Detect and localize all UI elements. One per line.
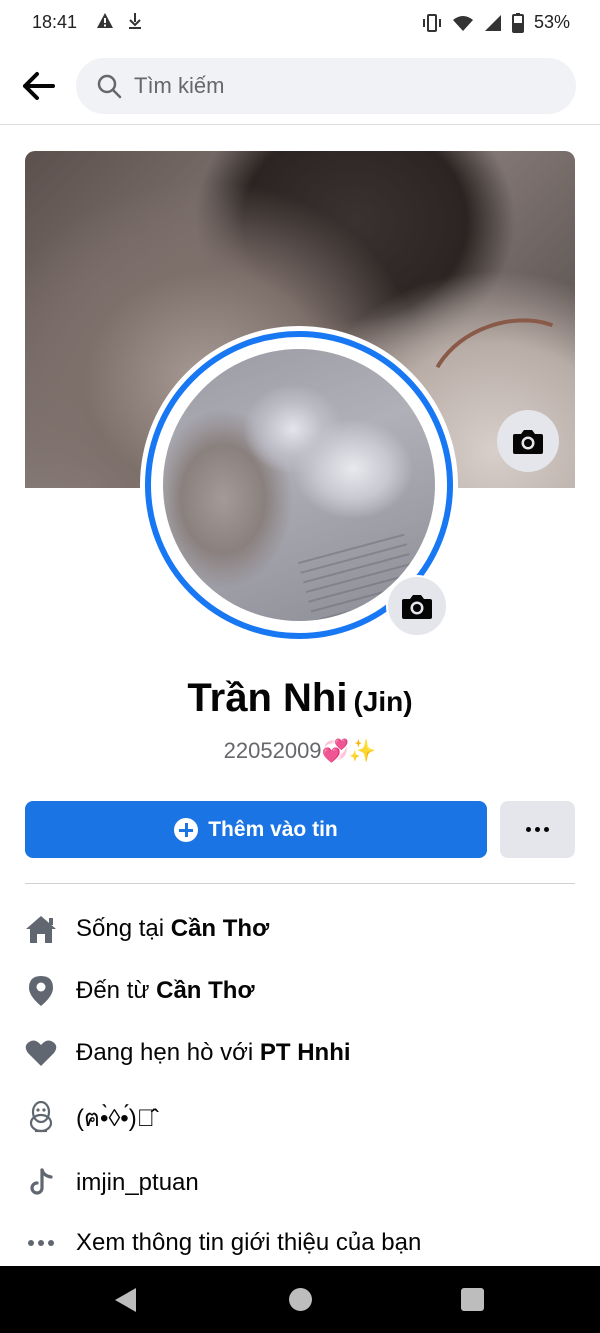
info-text: (ฅ•̀◊•́)ง̂̂ [76,1104,155,1132]
wifi-icon [452,15,473,31]
signal-icon [484,14,501,31]
profile-picture [163,349,435,621]
add-to-story-button[interactable]: Thêm vào tin [25,801,487,858]
camera-icon [513,430,543,454]
nav-recents-icon[interactable] [461,1288,484,1311]
info-text: imjin_ptuan [76,1169,199,1196]
status-time: 18:41 [32,12,78,32]
header-divider [0,124,600,125]
profile-bio: 22052009💞✨ [223,738,377,763]
arrow-left-icon [23,72,55,100]
info-relationship[interactable]: Đang hẹn hò với PT Hnhi [25,1029,585,1077]
search-header [0,52,600,124]
more-dots-icon [25,1227,57,1259]
more-dots-icon [526,827,549,832]
search-input[interactable] [132,72,536,100]
see-about-info-link[interactable]: Xem thông tin giới thiệu của bạn [25,1219,585,1267]
search-bar[interactable] [76,58,576,114]
home-icon [25,913,57,945]
section-divider [25,883,575,884]
tiktok-icon [25,1167,57,1199]
edit-cover-button[interactable] [497,410,559,472]
info-text: Xem thông tin giới thiệu của bạn [76,1229,422,1256]
info-lives-in[interactable]: Sống tại Cần Thơ [25,905,585,953]
battery-percent: 53% [533,12,570,32]
search-icon [96,73,122,99]
qq-icon [25,1101,57,1133]
status-bar: 18:41 53% [0,0,600,44]
heart-icon [25,1037,57,1069]
info-from[interactable]: Đến từ Cần Thơ [25,967,585,1015]
vibrate-icon [422,13,441,32]
profile-name: Trần Nhi [187,676,348,720]
location-pin-icon [25,975,57,1007]
more-options-button[interactable] [500,801,575,858]
plus-circle-icon [174,817,199,842]
add-to-story-label: Thêm vào tin [208,817,338,841]
profile-alt-name: (Jin) [353,686,413,717]
info-text: Đến từ Cần Thơ [76,977,255,1004]
camera-icon [402,595,432,619]
profile-name-row: Trần Nhi (Jin) [0,676,600,721]
status-right-icons: 53% [422,12,570,33]
info-text: Đang hẹn hò với PT Hnhi [76,1039,351,1066]
nav-home-icon[interactable] [289,1288,312,1311]
system-nav-bar [0,1266,600,1333]
warning-icon [97,13,113,28]
status-left-icons [96,12,142,30]
battery-icon [511,12,524,33]
nav-back-icon[interactable] [115,1288,136,1312]
info-tiktok[interactable]: imjin_ptuan [25,1159,585,1207]
info-text: Sống tại Cần Thơ [76,915,270,942]
info-qq[interactable]: (ฅ•̀◊•́)ง̂̂ [25,1093,585,1141]
download-icon [129,13,141,29]
edit-avatar-button[interactable] [386,575,448,637]
back-button[interactable] [16,66,60,106]
